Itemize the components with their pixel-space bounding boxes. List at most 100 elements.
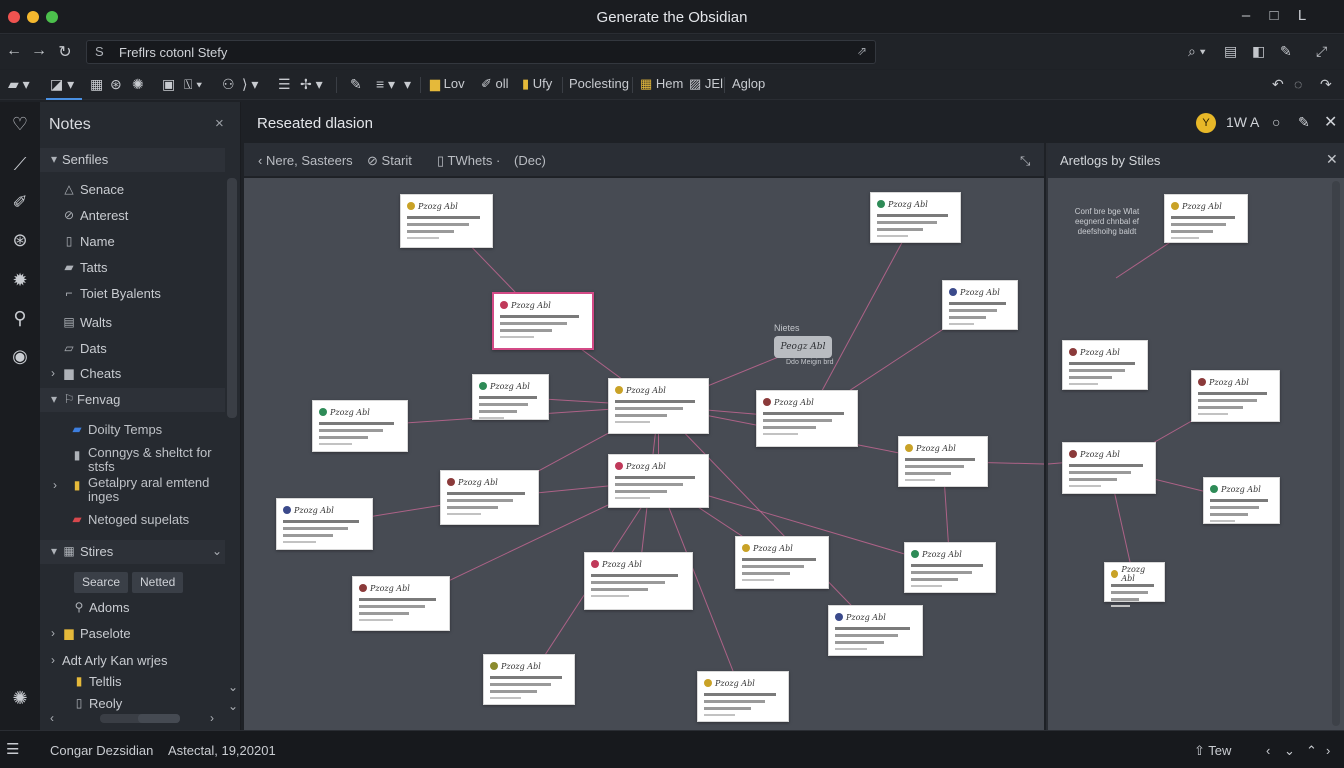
sidebar-scrollbar[interactable] — [227, 178, 237, 418]
crumb-back[interactable]: ‹ Nere, Sasteers — [258, 153, 353, 168]
gear-icon[interactable]: ✹ — [7, 270, 33, 291]
toolbar-item-lov[interactable]: ▆ Lov — [430, 76, 465, 92]
sidebar-horizontal-thumb[interactable] — [138, 714, 180, 723]
graph-node[interactable]: Pzozg Abl — [898, 436, 988, 487]
sidebar-item[interactable]: ⌐ Toiet Byalents — [40, 282, 225, 306]
search-icon[interactable]: ⌕ ▾ — [1188, 43, 1206, 60]
graph-node[interactable]: Pzozg Abl — [756, 390, 858, 447]
edit-icon[interactable]: ✎ — [1298, 114, 1310, 131]
sidebar-section-fenvag[interactable]: ▾ Fenvag ⚐ — [40, 388, 225, 412]
obsidian-logo-icon[interactable]: ♡ — [7, 114, 33, 135]
graph-node[interactable]: Pzozg Abl — [400, 194, 493, 248]
sidebar-item[interactable]: ⚲ Adoms — [40, 596, 225, 620]
pin-icon[interactable]: ✢ ▾ — [300, 76, 323, 93]
toolbar-item-jel[interactable]: ▨ JEl — [689, 76, 723, 92]
graph-node[interactable]: Pzozg Abl — [1104, 562, 1165, 607]
dropdown-icon[interactable]: ▾ — [404, 76, 411, 93]
plugin-icon[interactable]: ◪ ▾ — [50, 76, 74, 93]
graph-node[interactable]: Pzozg Abl — [492, 292, 594, 350]
sidebar-item[interactable]: › ▮ Getalpry aral emtend inges — [40, 474, 225, 504]
scroll-down-icon[interactable]: ⌄ — [228, 699, 238, 713]
expand-icon[interactable]: ⤢ — [1316, 43, 1327, 60]
graph-node[interactable]: Pzozg Abl — [1062, 340, 1148, 390]
chip-searce[interactable]: Searce — [74, 572, 129, 593]
minimize-icon[interactable]: – — [1236, 7, 1256, 24]
crumb-twhets[interactable]: ▯ TWhets · — [437, 153, 500, 169]
link-icon[interactable]: ⟩ ▾ — [242, 76, 258, 93]
grid-icon[interactable]: ▦ — [90, 76, 103, 93]
graph-node[interactable]: Pzozg Abl — [870, 192, 961, 243]
sidebar-item[interactable]: › ▆ Paselote — [40, 622, 225, 646]
vault-icon[interactable]: ▰ ▾ — [8, 76, 30, 93]
brush-icon[interactable]: ✐ — [7, 192, 33, 213]
crumb-start[interactable]: ⊘ Starit — [367, 153, 412, 169]
graph-node[interactable]: Pzozg Abl — [735, 536, 829, 589]
sidebar-item[interactable]: ▱ Dats — [40, 337, 225, 361]
help-icon[interactable]: ◉ — [7, 346, 33, 367]
chevron-down-icon[interactable]: ⌄ — [1284, 743, 1295, 759]
sidebar-item[interactable]: ▮ Teltlis — [40, 670, 225, 694]
close-icon[interactable]: × — [215, 115, 224, 132]
graph-node[interactable]: Pzozg Abl — [1191, 370, 1280, 422]
sidebar-item[interactable]: ⊘ Anterest — [40, 204, 225, 228]
scroll-left-icon[interactable]: ‹ — [50, 711, 54, 725]
user-icon[interactable]: ⚇ — [222, 76, 235, 93]
close-icon[interactable]: ✕ — [1326, 151, 1338, 168]
header-item-1w[interactable]: 1W — [1226, 114, 1247, 130]
toolbar-item-poclesting[interactable]: Poclesting — [569, 76, 629, 91]
next-icon[interactable]: › — [1326, 743, 1330, 758]
collapse-icon[interactable]: ⤡ — [1020, 153, 1030, 169]
person-icon[interactable]: ⚲ — [7, 308, 33, 329]
toolbar-item-hem[interactable]: ▦ Hem — [640, 76, 683, 92]
graph-node[interactable]: Pzozg Abl — [608, 378, 709, 434]
prev-icon[interactable]: ‹ — [1266, 743, 1270, 758]
scroll-down-icon[interactable]: ⌄ — [228, 680, 238, 694]
panel-icon[interactable]: ◧ — [1252, 43, 1265, 60]
sidebar-item[interactable]: ▰ Doilty Temps — [40, 418, 225, 442]
graph-node[interactable]: Pzozg Abl — [584, 552, 693, 610]
scroll-right-icon[interactable]: › — [210, 711, 214, 725]
avatar[interactable]: Y — [1196, 113, 1216, 133]
toolbar-item-aglop[interactable]: Aglop — [732, 76, 765, 91]
page-icon[interactable]: ▤ — [1224, 43, 1237, 60]
graph-node[interactable]: Pzozg Abl — [483, 654, 575, 705]
open-external-icon[interactable]: ⇗ — [857, 44, 867, 58]
graph-node[interactable]: Pzozg Abl — [1164, 194, 1248, 243]
graph-hover-pill[interactable]: Peogz Abl — [774, 336, 832, 358]
table-icon[interactable]: ▣ — [162, 76, 175, 93]
menu-icon[interactable]: ☰ — [6, 740, 19, 758]
sync-icon[interactable]: ◌ — [1294, 76, 1302, 92]
pencil-icon[interactable]: ✎ — [350, 76, 362, 93]
sidebar-item-cheats[interactable]: › ▆ Cheats — [40, 362, 225, 386]
sidebar-item[interactable]: ▰ Tatts — [40, 256, 225, 280]
graph-node[interactable]: Pzozg Abl — [352, 576, 450, 631]
globe-icon[interactable]: ⊛ — [110, 76, 122, 93]
toolbar-item-oll[interactable]: ✐ oll — [481, 76, 509, 92]
settings-icon[interactable]: ✺ — [7, 688, 33, 709]
chevron-up-icon[interactable]: ⌃ — [1306, 743, 1317, 759]
graph-node[interactable]: Pzozg Abl — [1062, 442, 1156, 494]
status-view[interactable]: ⇧ Tew — [1194, 743, 1231, 759]
graph-node[interactable]: Pzozg Abl — [904, 542, 996, 593]
graph-node[interactable]: Pzozg Abl — [312, 400, 408, 452]
graph-node[interactable]: Pzozg Abl — [608, 454, 709, 508]
close-icon[interactable]: ✕ — [1324, 112, 1337, 132]
header-item-a[interactable]: A — [1250, 114, 1259, 130]
sidebar-section-senfiles[interactable]: ▾ Senfiles — [40, 148, 225, 172]
sidebar-item[interactable]: ▮ Conngys & sheltct for stsfs — [40, 444, 225, 474]
list-icon[interactable]: ☰ — [278, 76, 291, 93]
back-icon[interactable]: ← — [4, 42, 24, 60]
graph-node[interactable]: Pzozg Abl — [697, 671, 789, 722]
toolbar-item-ufy[interactable]: ▮ Ufy — [522, 76, 552, 92]
redo-icon[interactable]: ↷ — [1320, 76, 1332, 93]
settings-icon[interactable]: ✺ — [132, 76, 144, 93]
graph-node[interactable]: Pzozg Abl — [1203, 477, 1280, 524]
undo-icon[interactable]: ↶ — [1272, 76, 1284, 93]
sidebar-item[interactable]: △ Senace — [40, 178, 225, 202]
reload-icon[interactable]: ↻ — [55, 42, 75, 62]
edit-icon[interactable]: ✎ — [1280, 43, 1292, 60]
crumb-dec[interactable]: (Dec) — [514, 153, 546, 168]
align-icon[interactable]: ≡ ▾ — [376, 76, 395, 93]
snap-icon[interactable]: L — [1292, 7, 1312, 24]
chart-line-icon[interactable]: ⟋ — [7, 154, 33, 175]
